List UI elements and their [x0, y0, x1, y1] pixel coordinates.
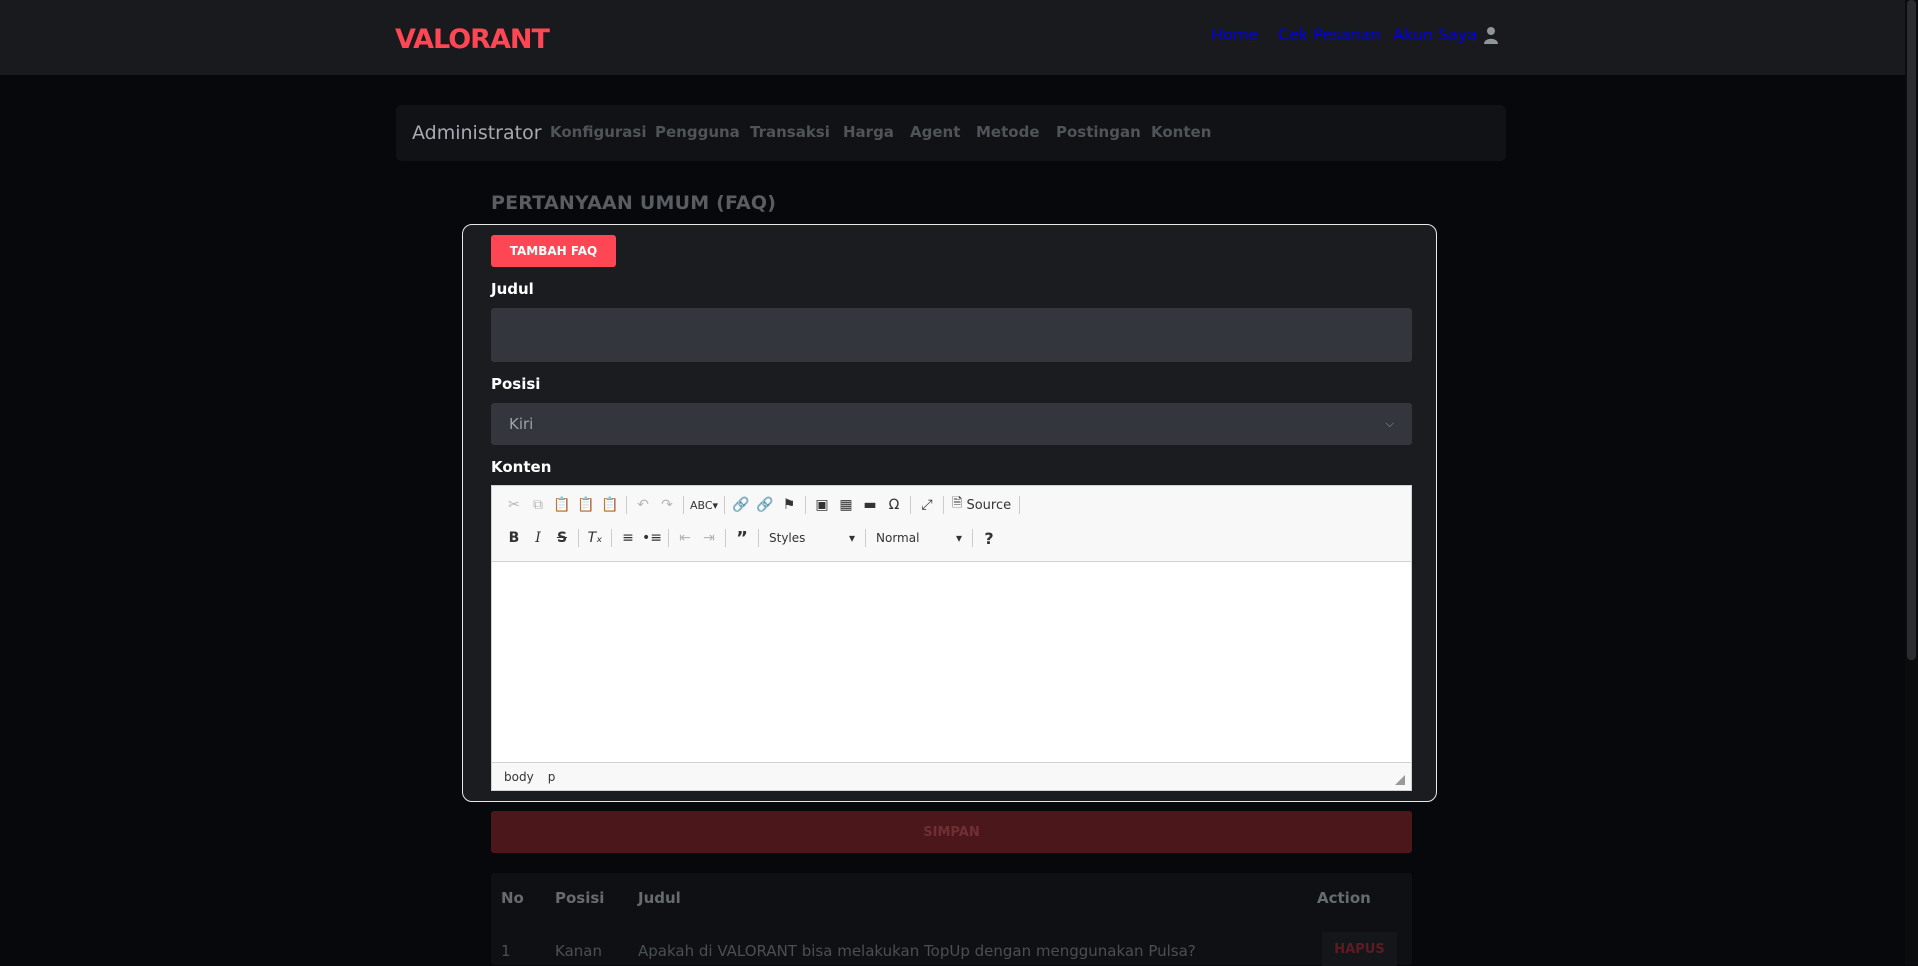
outdent-icon[interactable]: ⇤ — [673, 526, 697, 550]
editor-toolbar: ✂ ⧉ 📋 📋 📋 ↶ ↷ ABC▾ 🔗 🔗 ⚑ ▣ ▦ ▬ Ω ⤢ 🗎 Sou… — [492, 486, 1411, 562]
indent-icon[interactable]: ⇥ — [697, 526, 721, 550]
paste-icon[interactable]: 📋 — [550, 493, 574, 517]
anchor-flag-icon[interactable]: ⚑ — [777, 493, 801, 517]
hapus-button[interactable]: HAPUS — [1322, 932, 1397, 966]
special-char-icon[interactable]: Ω — [882, 493, 906, 517]
admin-menu-konfigurasi[interactable]: Konfigurasi — [550, 123, 646, 141]
horizontal-line-icon[interactable]: ▬ — [858, 493, 882, 517]
toolbar-separator — [865, 529, 866, 547]
toolbar-separator — [668, 529, 669, 547]
undo-icon[interactable]: ↶ — [631, 493, 655, 517]
format-dropdown[interactable]: Normal ▾ — [870, 527, 968, 549]
scrollbar-thumb[interactable] — [1907, 0, 1916, 660]
toolbar-separator — [1019, 496, 1021, 514]
table-icon[interactable]: ▦ — [834, 493, 858, 517]
source-button[interactable]: 🗎 Source — [948, 494, 1015, 516]
valorant-logo[interactable]: VALORANT — [395, 23, 557, 53]
cut-icon[interactable]: ✂ — [502, 493, 526, 517]
remove-format-icon[interactable]: Tₓ — [583, 526, 607, 550]
admin-menu-transaksi[interactable]: Transaksi — [750, 123, 830, 141]
paste-text-icon[interactable]: 📋 — [574, 493, 598, 517]
faq-table: No Posisi Judul Action 1 Kanan Apakah di… — [491, 873, 1412, 966]
toolbar-separator — [683, 496, 684, 514]
posisi-label: Posisi — [491, 375, 541, 393]
bold-icon[interactable]: B — [502, 526, 526, 550]
svg-text:VALORANT: VALORANT — [395, 24, 550, 53]
admin-menu-postingan[interactable]: Postingan — [1056, 123, 1141, 141]
blockquote-icon[interactable]: ” — [730, 526, 754, 550]
nav-cek-pesanan-link[interactable]: Cek Pesanan — [1278, 25, 1381, 44]
table-cell-judul: Apakah di VALORANT bisa melakukan TopUp … — [638, 942, 1196, 960]
redo-icon[interactable]: ↷ — [655, 493, 679, 517]
path-p[interactable]: p — [548, 770, 556, 784]
judul-input[interactable] — [491, 308, 1412, 362]
toolbar-separator — [611, 529, 612, 547]
format-dropdown-label: Normal — [876, 531, 920, 545]
path-body[interactable]: body — [504, 770, 534, 784]
simpan-button[interactable]: SIMPAN — [491, 811, 1412, 853]
editor-statusbar: body p — [492, 762, 1411, 790]
image-icon[interactable]: ▣ — [810, 493, 834, 517]
strike-icon[interactable]: S — [550, 526, 574, 550]
top-navbar: VALORANT Home Cek Pesanan Akun Saya — [0, 0, 1905, 75]
toolbar-separator — [578, 529, 579, 547]
source-label: Source — [966, 497, 1012, 513]
judul-label: Judul — [491, 280, 534, 298]
toolbar-separator — [805, 496, 806, 514]
maximize-icon[interactable]: ⤢ — [915, 493, 939, 517]
unlink-icon[interactable]: 🔗 — [753, 493, 777, 517]
table-header-posisi: Posisi — [555, 889, 605, 907]
toolbar-separator — [724, 496, 725, 514]
table-cell-posisi: Kanan — [555, 942, 602, 960]
vertical-scrollbar[interactable] — [1905, 0, 1918, 965]
table-header-action: Action — [1317, 889, 1371, 907]
table-cell-no: 1 — [501, 942, 511, 960]
numbered-list-icon[interactable]: ≡ — [616, 526, 640, 550]
resize-handle-icon[interactable] — [1395, 775, 1405, 785]
editor-content-area[interactable] — [492, 562, 1411, 762]
nav-akun-saya-label: Akun Saya — [1393, 25, 1478, 44]
tambah-faq-button[interactable]: TAMBAH FAQ — [491, 235, 616, 267]
nav-akun-saya-link[interactable]: Akun Saya — [1393, 25, 1499, 44]
admin-brand[interactable]: Administrator — [412, 122, 542, 144]
toolbar-separator — [943, 496, 944, 514]
chevron-down-icon: ⌵ — [1385, 417, 1394, 430]
table-header-judul: Judul — [638, 889, 681, 907]
admin-navbar: Administrator Konfigurasi Pengguna Trans… — [396, 105, 1506, 161]
editor-toolbar-row-2: B I S Tₓ ≡ •≡ ⇤ ⇥ ” Styles ▾ Normal ▾ ? — [502, 526, 1001, 550]
konten-editor: ✂ ⧉ 📋 📋 📋 ↶ ↷ ABC▾ 🔗 🔗 ⚑ ▣ ▦ ▬ Ω ⤢ 🗎 Sou… — [491, 485, 1412, 791]
admin-menu-agent[interactable]: Agent — [910, 123, 960, 141]
admin-menu-konten[interactable]: Konten — [1151, 123, 1211, 141]
caret-down-icon: ▾ — [848, 531, 855, 545]
page-title: PERTANYAAN UMUM (FAQ) — [491, 192, 777, 214]
link-icon[interactable]: 🔗 — [729, 493, 753, 517]
nav-home-link[interactable]: Home — [1211, 25, 1258, 44]
editor-toolbar-row-1: ✂ ⧉ 📋 📋 📋 ↶ ↷ ABC▾ 🔗 🔗 ⚑ ▣ ▦ ▬ Ω ⤢ 🗎 Sou… — [502, 493, 1024, 517]
toolbar-separator — [725, 529, 726, 547]
admin-menu-metode[interactable]: Metode — [976, 123, 1040, 141]
styles-dropdown-label: Styles — [769, 531, 806, 545]
copy-icon[interactable]: ⧉ — [526, 493, 550, 517]
konten-label: Konten — [491, 458, 552, 476]
posisi-select[interactable]: Kiri ⌵ — [491, 403, 1412, 445]
admin-menu-pengguna[interactable]: Pengguna — [655, 123, 740, 141]
italic-icon[interactable]: I — [526, 526, 550, 550]
caret-down-icon: ▾ — [955, 531, 962, 545]
styles-dropdown[interactable]: Styles ▾ — [763, 527, 861, 549]
toolbar-separator — [758, 529, 759, 547]
source-icon: 🗎 — [952, 496, 963, 511]
help-icon[interactable]: ? — [977, 526, 1001, 550]
toolbar-separator — [626, 496, 627, 514]
paste-word-icon[interactable]: 📋 — [598, 493, 622, 517]
user-icon — [1484, 26, 1499, 44]
toolbar-separator — [972, 529, 973, 547]
bulleted-list-icon[interactable]: •≡ — [640, 526, 664, 550]
toolbar-separator — [910, 496, 911, 514]
table-header-no: No — [501, 889, 524, 907]
admin-menu-harga[interactable]: Harga — [843, 123, 894, 141]
spellcheck-icon[interactable]: ABC▾ — [688, 493, 720, 517]
posisi-select-value: Kiri — [509, 415, 534, 433]
